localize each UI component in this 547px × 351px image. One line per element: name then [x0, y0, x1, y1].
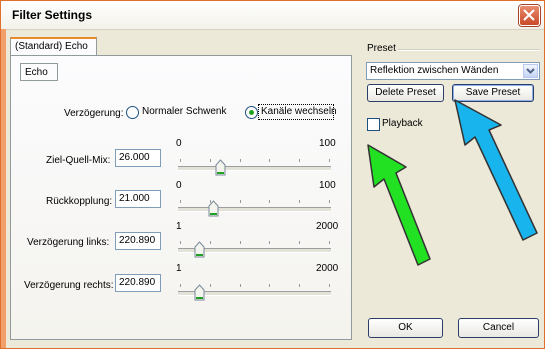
slider-tick [299, 200, 301, 203]
slider-tick [209, 241, 211, 244]
ok-button[interactable]: OK [368, 318, 443, 338]
subtab-echo[interactable]: Echo [20, 63, 58, 81]
slider-track[interactable] [178, 166, 331, 171]
green-arrow-icon [367, 144, 431, 266]
slider-tick [299, 284, 301, 287]
slider-tick [180, 159, 181, 162]
slider-min-label: 1 [176, 263, 182, 274]
slider-value-input[interactable]: 220.890 [115, 274, 161, 292]
slider-max-label: 100 [319, 138, 336, 149]
slider-max-label: 100 [319, 180, 336, 191]
close-icon [523, 9, 535, 21]
delete-preset-button[interactable]: Delete Preset [367, 84, 444, 102]
slider-label: Rückkopplung: [46, 196, 113, 207]
dropdown-arrow[interactable] [523, 64, 538, 78]
preset-group-label: Preset [367, 43, 396, 54]
preset-select[interactable]: Reflektion zwischen Wänden [366, 62, 540, 80]
slider-min-label: 0 [176, 138, 182, 149]
slider-tick [180, 241, 181, 244]
radio-swap-channels[interactable] [245, 106, 258, 119]
chevron-down-icon [526, 68, 535, 74]
radio-normal-pan-label[interactable]: Normaler Schwenk [142, 106, 226, 117]
slider-tick [329, 159, 330, 162]
slider-tick [269, 159, 271, 162]
slider-label: Verzögerung rechts: [24, 280, 114, 291]
slider-thumb[interactable] [208, 200, 219, 217]
slider-tick [299, 241, 301, 244]
cancel-button[interactable]: Cancel [458, 318, 539, 338]
subtab-label: Echo [25, 67, 48, 78]
window-left-edge [1, 29, 6, 348]
slider-value-input[interactable]: 220.890 [115, 232, 161, 250]
slider-tick [329, 284, 330, 287]
preset-select-value: Reflektion zwischen Wänden [370, 65, 499, 76]
title-bar: Filter Settings [1, 1, 544, 30]
slider-tick [239, 284, 241, 287]
slider-tick [209, 159, 211, 162]
slider-value-input[interactable]: 26.000 [115, 149, 161, 167]
slider-min-label: 0 [176, 180, 182, 191]
delay-label: Verzögerung: [64, 108, 124, 119]
slider-min-label: 1 [176, 221, 182, 232]
slider-tick [329, 241, 330, 244]
slider-tick [269, 241, 271, 244]
slider-tick [239, 159, 241, 162]
slider-value-input[interactable]: 21.000 [115, 190, 161, 208]
playback-label[interactable]: Playback [382, 118, 423, 129]
blue-arrow-icon [454, 99, 538, 241]
slider-thumb[interactable] [194, 284, 205, 301]
slider-thumb[interactable] [215, 159, 226, 176]
slider-tick [239, 241, 241, 244]
slider-track[interactable] [178, 207, 331, 212]
slider-tick [269, 284, 271, 287]
slider-tick [180, 284, 181, 287]
radio-swap-channels-label[interactable]: Kanäle wechseln [261, 106, 337, 117]
radio-normal-pan[interactable] [126, 106, 139, 119]
slider-tick [180, 200, 181, 203]
radio-selected-dot [249, 110, 254, 115]
window-title: Filter Settings [12, 8, 93, 22]
slider-tick [269, 200, 271, 203]
slider-label: Ziel-Quell-Mix: [46, 155, 111, 166]
preset-separator [398, 49, 540, 51]
slider-max-label: 2000 [316, 263, 339, 274]
slider-tick [329, 200, 330, 203]
tab-label: (Standard) Echo [15, 41, 88, 52]
slider-max-label: 2000 [316, 221, 339, 232]
slider-tick [209, 284, 211, 287]
slider-thumb[interactable] [194, 241, 205, 258]
playback-checkbox[interactable] [367, 118, 380, 131]
close-button[interactable] [519, 5, 540, 26]
slider-tick [239, 200, 241, 203]
slider-tick [299, 159, 301, 162]
tab-standard-echo[interactable]: (Standard) Echo [10, 37, 97, 55]
slider-label: Verzögerung links: [27, 237, 110, 248]
